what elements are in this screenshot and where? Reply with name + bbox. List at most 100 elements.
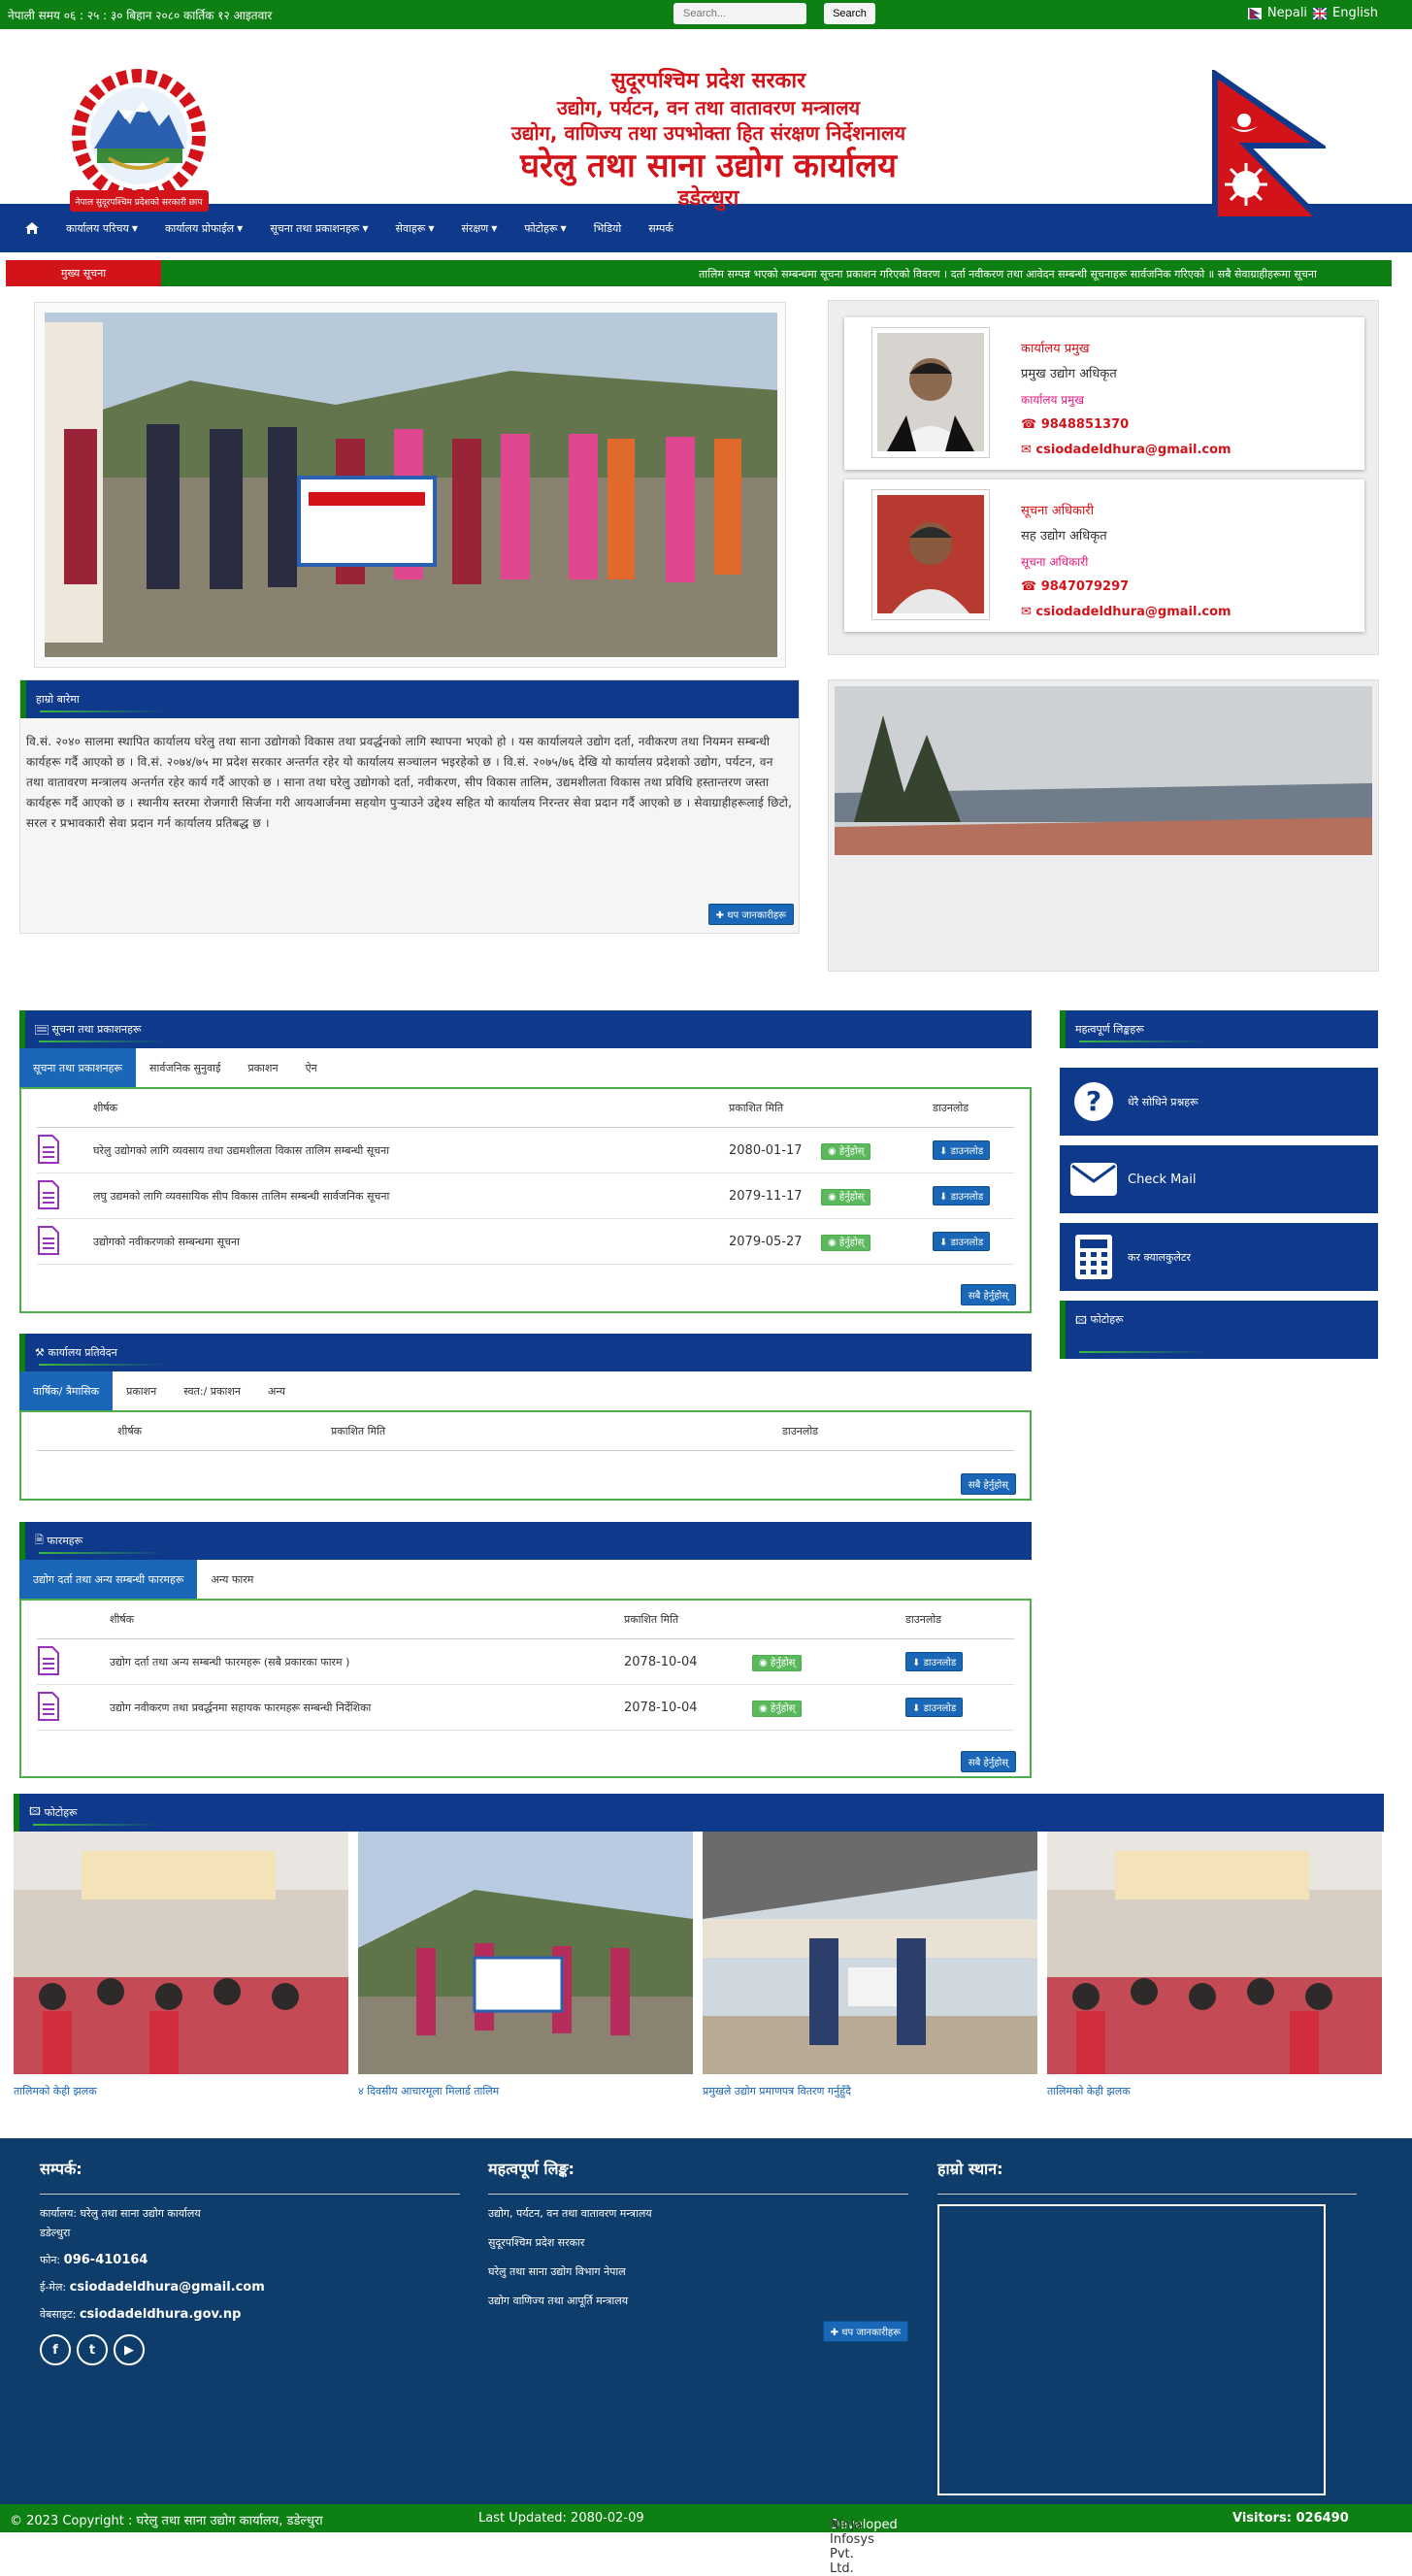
gallery-photo[interactable] (1047, 1832, 1382, 2074)
gallery-photo[interactable] (14, 1832, 348, 2074)
youtube-icon[interactable]: ▶ (114, 2334, 145, 2365)
gallery-captions: तालिमको केही झलक ४ दिवसीय आचारमूला मिलार… (14, 2084, 1384, 2098)
tab-other-forms[interactable]: अन्य फारम (197, 1560, 267, 1599)
language-switch: Nepali English (1247, 6, 1378, 20)
uk-flag-icon (1313, 7, 1328, 19)
landscape-photo[interactable] (835, 686, 1372, 855)
search-button[interactable]: Search (824, 3, 875, 24)
view-button[interactable]: ◉ हेर्नुहोस् (821, 1189, 871, 1205)
contact-role: प्रमुख उद्योग अधिकृत (1021, 367, 1117, 381)
ticker-text[interactable]: तालिम सम्पन्न भएको सम्बन्धमा सूचना प्रका… (699, 267, 1317, 281)
contact-subrole: कार्यालय प्रमुख (1021, 393, 1085, 407)
contact-phone[interactable]: ☎ 9847079297 (1021, 575, 1231, 600)
download-button[interactable]: ⬇ डाउनलोड (933, 1232, 991, 1251)
last-updated: Last Updated: 2080-02-09 (478, 2511, 644, 2526)
nepal-flag-icon (1212, 70, 1326, 222)
lang-nepali[interactable]: Nepali (1267, 6, 1307, 20)
view-button[interactable]: ◉ हेर्नुहोस् (821, 1143, 871, 1160)
home-icon[interactable] (12, 204, 52, 252)
lang-english[interactable]: English (1332, 6, 1378, 20)
reports-view-all[interactable]: सबै हेर्नुहोस् (960, 1473, 1016, 1495)
developer-link[interactable]: Ninja Infosys Pvt. Ltd. (830, 2518, 874, 2576)
table-header: शीर्षक प्रकाशित मिति डाउनलोड (37, 1601, 1014, 1639)
tab-public-hearing[interactable]: सार्वजनिक सुनुवाई (136, 1048, 234, 1087)
nav-item-publications[interactable]: सूचना तथा प्रकाशनहरू ▼ (256, 204, 381, 252)
ticker-label: मुख्य सूचना (6, 260, 161, 286)
tab-publications[interactable]: प्रकाशन (234, 1048, 291, 1087)
footer-location-title: हाम्रो स्थान: (937, 2160, 1003, 2178)
tab-other[interactable]: अन्य (254, 1371, 299, 1410)
footer-more-button[interactable]: ✚ थप जानकारीहरू (822, 2321, 908, 2342)
sidebar: महत्वपूर्ण लिङ्कहरू ? धेरै सोधिने प्रश्न… (1060, 1010, 1378, 1359)
featured-photo (34, 302, 786, 668)
download-button[interactable]: ⬇ डाउनलोड (905, 1698, 964, 1717)
file-icon: 🗎 (35, 1534, 44, 1546)
gallery-caption[interactable]: प्रमुखले उद्योग प्रमाणपत्र वितरण गर्नुहु… (703, 2084, 1037, 2098)
twitter-icon[interactable]: t (77, 2334, 108, 2365)
footer-link[interactable]: उद्योग वाणिज्य तथा आपूर्ति मन्त्रालय (488, 2292, 908, 2311)
tab-publication[interactable]: प्रकाशन (113, 1371, 170, 1410)
footer-website[interactable]: वेबसाइट: csiodadeldhura.gov.np (40, 2305, 460, 2325)
tab-notices[interactable]: सूचना तथा प्रकाशनहरू (19, 1048, 137, 1087)
header-title-block: सुदूरपश्चिम प्रदेश सरकार उद्योग, पर्यटन,… (369, 68, 1048, 212)
view-button[interactable]: ◉ हेर्नुहोस् (752, 1701, 803, 1717)
contact-role: सह उद्योग अधिकृत (1021, 529, 1107, 544)
government-emblem-logo[interactable]: नेपाल सुदूरपश्चिम प्रदेशको सरकारी छाप (50, 66, 228, 226)
header-line-district: डडेल्धुरा (677, 186, 739, 211)
top-bar: नेपाली समय ०६ : २५ : ३० बिहान २०८० कार्त… (0, 0, 1412, 29)
download-button[interactable]: ⬇ डाउनलोड (905, 1652, 964, 1671)
gallery-caption[interactable]: तालिमको केही झलक (14, 2084, 348, 2098)
staff-contacts: कार्यालय प्रमुख प्रमुख उद्योग अधिकृत कार… (828, 300, 1379, 655)
view-button[interactable]: ◉ हेर्नुहोस् (821, 1235, 871, 1251)
contact-phone[interactable]: ☎ 9848851370 (1021, 413, 1231, 438)
tab-annual[interactable]: वार्षिक/ त्रैमासिक (19, 1371, 114, 1410)
footer-location: हाम्रो स्थान: (937, 2158, 1357, 2495)
download-button[interactable]: ⬇ डाउनलोड (933, 1186, 991, 1205)
staff-photo (871, 327, 990, 458)
gallery-photo[interactable] (358, 1832, 693, 2074)
document-icon (38, 1179, 59, 1209)
footer-contact-title: सम्पर्क: (40, 2160, 82, 2178)
footer-link[interactable]: घरेलु तथा साना उद्योग विभाग नेपाल (488, 2262, 908, 2282)
contact-info: सूचना अधिकारी सह उद्योग अधिकृत सूचना अधि… (1021, 499, 1231, 625)
header-line-province: सुदूरपश्चिम प्रदेश सरकार (610, 69, 806, 93)
forms-view-all[interactable]: सबै हेर्नुहोस् (960, 1751, 1016, 1772)
side-photo-panel (828, 679, 1379, 972)
location-map[interactable] (937, 2204, 1326, 2495)
facebook-icon[interactable]: f (40, 2334, 71, 2365)
about-body: वि.सं. २०४० सालमा स्थापित कार्यालय घरेलु… (26, 735, 793, 830)
question-icon: ? (1074, 1082, 1113, 1121)
nepal-flag-icon (1247, 7, 1262, 19)
notices-title: सूचना तथा प्रकाशनहरू (19, 1010, 1032, 1048)
footer-office: कार्यालय: घरेलु तथा साना उद्योग कार्यालय (40, 2207, 201, 2220)
gavel-icon: ⚒ (35, 1346, 45, 1359)
copyright-text: © 2023 Copyright : घरेलु तथा साना उद्योग… (10, 2514, 323, 2528)
footer-email[interactable]: ई-मेल: csiodadeldhura@gmail.com (40, 2278, 460, 2297)
featured-photo-image[interactable] (45, 313, 777, 657)
contact-email[interactable]: ✉ csiodadeldhura@gmail.com (1021, 600, 1231, 625)
tab-self-publication[interactable]: स्वत:/ प्रकाशन (170, 1371, 254, 1410)
calculator-link[interactable]: कर क्यालकुलेटर (1060, 1223, 1378, 1291)
gallery-photo[interactable] (703, 1832, 1037, 2074)
tab-acts[interactable]: ऐन (292, 1048, 331, 1087)
footer-link[interactable]: सुदूरपश्चिम प्रदेश सरकार (488, 2233, 908, 2253)
contact-name: कार्यालय प्रमुख (1021, 342, 1090, 356)
sidebar-gallery-title: 🖾 फोटोहरू (1060, 1301, 1378, 1359)
view-button[interactable]: ◉ हेर्नुहोस् (752, 1655, 803, 1671)
notices-view-all[interactable]: सबै हेर्नुहोस् (960, 1284, 1016, 1305)
table-header: शीर्षक प्रकाशित मिति डाउनलोड (37, 1412, 1014, 1451)
gallery-caption[interactable]: तालिमको केही झलक (1047, 2084, 1382, 2098)
about-more-button[interactable]: ✚ थप जानकारीहरू (707, 904, 794, 925)
download-button[interactable]: ⬇ डाउनलोड (933, 1140, 991, 1160)
contact-info: कार्यालय प्रमुख प्रमुख उद्योग अधिकृत कार… (1021, 337, 1231, 463)
search-input[interactable] (673, 3, 806, 24)
image-icon: 🖾 (1075, 1314, 1087, 1327)
social-links: f t ▶ (40, 2334, 460, 2365)
image-icon: 🖾 (29, 1805, 41, 1818)
footer-link[interactable]: उद्योग, पर्यटन, वन तथा वातावरण मन्त्रालय (488, 2204, 908, 2224)
tab-industry-forms[interactable]: उद्योग दर्ता तथा अन्य सम्बन्धी फारमहरू (19, 1560, 198, 1599)
faq-link[interactable]: ? धेरै सोधिने प्रश्नहरू (1060, 1068, 1378, 1136)
contact-email[interactable]: ✉ csiodadeldhura@gmail.com (1021, 438, 1231, 463)
gallery-caption[interactable]: ४ दिवसीय आचारमूला मिलार्ड तालिम (358, 2084, 693, 2098)
check-mail-link[interactable]: Check Mail (1060, 1145, 1378, 1213)
